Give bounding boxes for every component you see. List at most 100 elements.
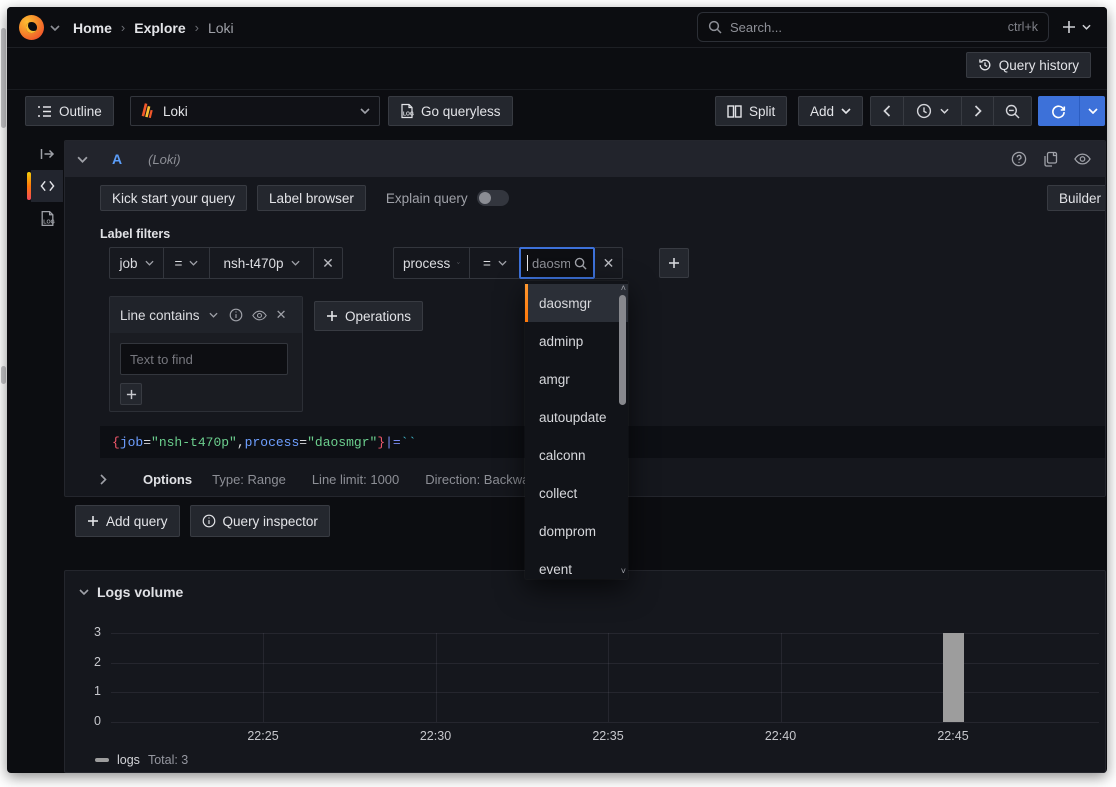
time-range-button[interactable] bbox=[904, 96, 962, 126]
time-back-button[interactable] bbox=[870, 96, 904, 126]
options-direction: Direction: Backward bbox=[425, 472, 541, 487]
kick-start-query-button[interactable]: Kick start your query bbox=[100, 185, 247, 211]
dropdown-option[interactable]: collect bbox=[525, 474, 628, 512]
logs-volume-bar[interactable] bbox=[943, 633, 964, 722]
datasource-picker[interactable]: Loki bbox=[130, 96, 380, 126]
collapse-panel-button[interactable] bbox=[31, 138, 63, 170]
help-icon[interactable] bbox=[1011, 151, 1027, 167]
dropdown-option[interactable]: adminp bbox=[525, 322, 628, 360]
filter-label-select[interactable]: process bbox=[394, 248, 470, 278]
kick-start-label: Kick start your query bbox=[112, 191, 235, 206]
dropdown-option[interactable]: event bbox=[525, 550, 628, 579]
operation-name[interactable]: Line contains bbox=[120, 308, 200, 323]
dropdown-scrollbar-thumb[interactable] bbox=[619, 295, 626, 405]
dropdown-option[interactable]: calconn bbox=[525, 436, 628, 474]
hide-query-eye-icon[interactable] bbox=[1074, 153, 1091, 165]
outer-scrollbar-thumb[interactable] bbox=[1, 28, 6, 128]
eye-icon[interactable] bbox=[252, 310, 267, 321]
page-actions-bar: Query history bbox=[7, 49, 1107, 90]
dropdown-option[interactable]: autoupdate bbox=[525, 398, 628, 436]
add-button[interactable]: Add bbox=[798, 96, 863, 126]
explain-query-label: Explain query bbox=[386, 191, 468, 206]
options-label[interactable]: Options bbox=[143, 472, 192, 487]
logs-document-icon: LOG bbox=[40, 210, 55, 227]
label-filters-row: job = nsh-t470p ✕ process bbox=[109, 247, 689, 279]
rail-item-query-editor[interactable] bbox=[31, 170, 63, 202]
label-browser-button[interactable]: Label browser bbox=[257, 185, 366, 211]
legend-series-name[interactable]: logs bbox=[117, 753, 140, 767]
query-token: = bbox=[299, 435, 307, 450]
explain-query-toggle[interactable] bbox=[477, 190, 509, 206]
query-token: { bbox=[112, 435, 120, 450]
rail-item-logs[interactable]: LOG bbox=[31, 202, 63, 234]
search-input[interactable]: Search... ctrl+k bbox=[697, 12, 1049, 42]
time-forward-button[interactable] bbox=[962, 96, 994, 126]
filter-value-typed: daosmgr bbox=[532, 256, 570, 271]
zoom-out-button[interactable] bbox=[994, 96, 1032, 126]
zoom-out-icon bbox=[1005, 104, 1020, 119]
datasource-name: Loki bbox=[163, 104, 352, 119]
org-switcher-chevron-icon[interactable] bbox=[50, 25, 60, 31]
remove-operation-icon[interactable]: ✕ bbox=[276, 307, 287, 323]
filter-value-input[interactable]: daosmgr bbox=[519, 247, 595, 279]
split-button[interactable]: Split bbox=[715, 96, 787, 126]
line-contains-placeholder: Text to find bbox=[130, 352, 193, 367]
logs-volume-panel: Logs volume 012322:2522:3022:3522:4022:4… bbox=[64, 570, 1106, 773]
dropdown-option[interactable]: domprom bbox=[525, 512, 628, 550]
dropdown-option[interactable]: amgr bbox=[525, 360, 628, 398]
options-line-limit: Line limit: 1000 bbox=[312, 472, 399, 487]
filter-operator-select[interactable]: = bbox=[470, 248, 520, 278]
query-token: job bbox=[120, 435, 143, 450]
grafana-logo[interactable] bbox=[19, 15, 44, 40]
breadcrumb-explore[interactable]: Explore bbox=[134, 20, 185, 36]
new-button[interactable] bbox=[1056, 14, 1097, 40]
explain-query-control: Explain query bbox=[386, 190, 509, 206]
add-value-button[interactable] bbox=[120, 383, 142, 405]
dropdown-option[interactable]: daosmgr bbox=[525, 284, 628, 322]
scroll-up-arrow[interactable]: ˄ bbox=[621, 284, 626, 293]
filter-value-select[interactable]: nsh-t470p bbox=[210, 248, 314, 278]
refresh-button[interactable] bbox=[1038, 96, 1079, 126]
remove-filter-button[interactable]: ✕ bbox=[595, 247, 623, 279]
chevron-down-icon[interactable] bbox=[77, 156, 88, 163]
add-operations-button[interactable]: Operations bbox=[314, 301, 423, 331]
query-options-row: Options Type: Range Line limit: 1000 Dir… bbox=[100, 463, 541, 495]
plus-icon bbox=[87, 515, 99, 527]
search-placeholder: Search... bbox=[730, 20, 1008, 35]
breadcrumb-home[interactable]: Home bbox=[73, 20, 112, 36]
chevron-down-icon[interactable] bbox=[209, 312, 218, 318]
query-row-header[interactable]: A (Loki) bbox=[65, 141, 1105, 177]
svg-text:LOG: LOG bbox=[43, 219, 54, 225]
info-icon[interactable] bbox=[229, 308, 243, 322]
refresh-interval-dropdown[interactable] bbox=[1079, 96, 1105, 126]
breadcrumb-loki[interactable]: Loki bbox=[208, 20, 234, 36]
logs-document-icon: LOG bbox=[400, 103, 414, 119]
history-icon bbox=[978, 58, 992, 72]
outline-button[interactable]: Outline bbox=[25, 96, 114, 126]
filter-operator-select[interactable]: = bbox=[164, 248, 210, 278]
remove-filter-button[interactable]: ✕ bbox=[314, 248, 342, 278]
query-token: } bbox=[377, 435, 385, 450]
query-actions: Add query Query inspector bbox=[75, 505, 330, 537]
scroll-down-arrow[interactable]: ˅ bbox=[621, 567, 626, 576]
run-query-split-button bbox=[1038, 96, 1105, 126]
filter-label-select[interactable]: job bbox=[110, 248, 164, 278]
query-inspector-button[interactable]: Query inspector bbox=[190, 505, 330, 537]
builder-mode-button[interactable]: Builder bbox=[1047, 185, 1106, 211]
explore-left-rail: LOG bbox=[31, 138, 63, 234]
breadcrumb: Home › Explore › Loki bbox=[73, 7, 234, 48]
query-token: `` bbox=[401, 435, 417, 450]
go-queryless-button[interactable]: LOG Go queryless bbox=[388, 96, 513, 126]
chevron-right-icon[interactable] bbox=[100, 474, 107, 485]
query-history-label: Query history bbox=[999, 58, 1079, 73]
query-ref-id[interactable]: A bbox=[112, 151, 122, 167]
add-label-filter-button[interactable] bbox=[659, 248, 689, 278]
gridline-horizontal bbox=[111, 722, 1099, 723]
add-query-button[interactable]: Add query bbox=[75, 505, 180, 537]
svg-text:LOG: LOG bbox=[403, 112, 414, 118]
duplicate-query-icon[interactable] bbox=[1043, 151, 1058, 167]
y-axis-tick-label: 3 bbox=[65, 625, 101, 639]
line-contains-input[interactable]: Text to find bbox=[120, 343, 288, 375]
outer-scrollbar-thumb[interactable] bbox=[1, 366, 6, 384]
query-history-button[interactable]: Query history bbox=[966, 52, 1091, 78]
